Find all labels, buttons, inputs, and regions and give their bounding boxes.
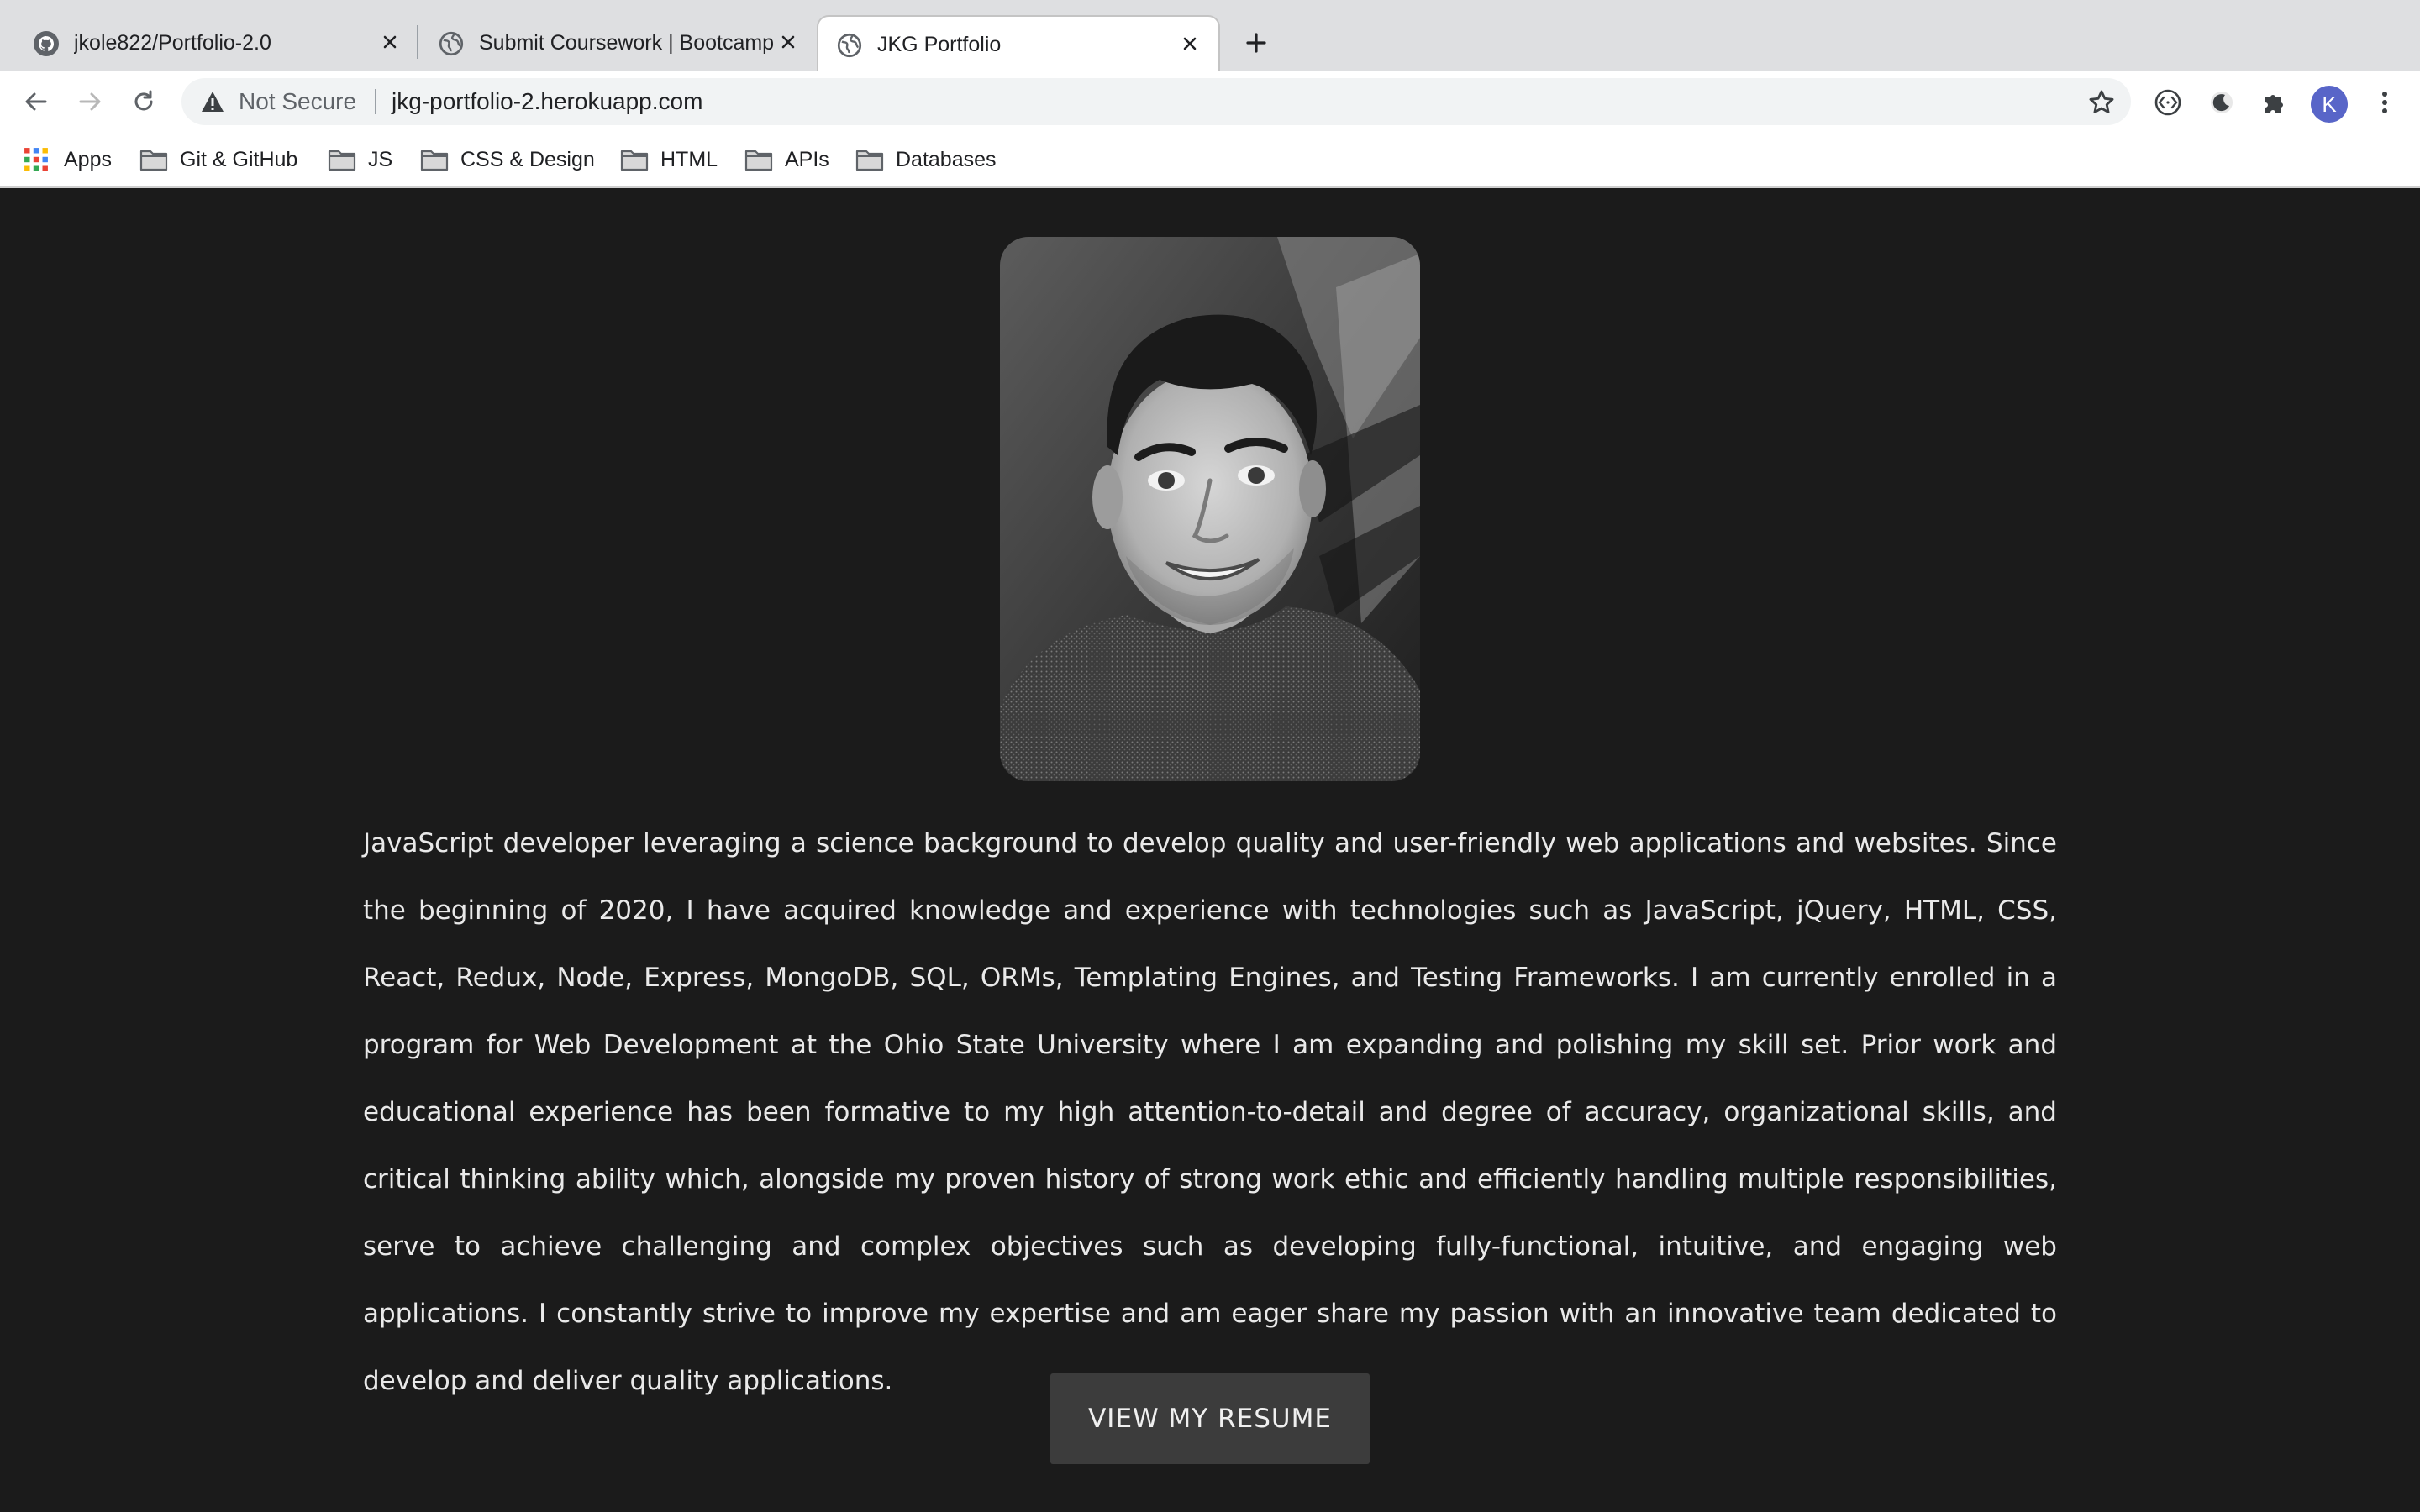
security-label: Not Secure [239,88,357,114]
bookmark-js[interactable]: JS [328,144,392,175]
warning-icon [202,92,224,112]
tab-title: jkole822/Portfolio-2.0 [74,31,271,55]
bookmark-label: CSS & Design [460,147,595,171]
bookmark-label: Apps [64,147,112,171]
bookmark-apps[interactable]: Apps [24,144,112,175]
tab-title: JKG Portfolio [877,33,1002,56]
close-icon[interactable] [375,27,405,57]
dark-mode-icon[interactable] [2205,86,2238,119]
view-resume-button[interactable]: VIEW MY RESUME [1050,1373,1370,1464]
menu-kebab-icon[interactable] [2368,86,2402,119]
profile-avatar[interactable]: K [2311,86,2348,123]
github-icon [34,31,59,56]
bookmarks-bar: Apps Git & GitHub JS CSS & Design HTML A… [0,133,2420,186]
folder-icon [855,150,884,171]
bookmark-label: HTML [660,147,718,171]
browser-chrome: jkole822/Portfolio-2.0 Submit Coursework… [0,0,2420,188]
folder-icon [139,150,168,171]
tab-title: Submit Coursework | Bootcamp [479,31,775,55]
bookmark-label: APIs [785,147,829,171]
forward-button[interactable] [69,81,111,123]
bookmark-label: Databases [896,147,997,171]
arrow-left-icon [25,92,47,111]
back-button[interactable] [15,81,57,123]
browser-toolbar: Not Secure jkg-portfolio-2.herokuapp.com [0,71,2420,133]
globe-icon [439,31,464,56]
code-brackets-icon[interactable] [2151,86,2185,119]
folder-icon [328,150,356,171]
reload-button[interactable] [123,81,165,123]
bookmark-label: JS [368,147,393,171]
tab-jkg-portfolio[interactable]: JKG Portfolio [817,15,1220,71]
tab-submit-coursework[interactable]: Submit Coursework | Bootcamp [420,15,818,71]
globe-icon [837,33,862,58]
bookmark-html[interactable]: HTML [620,144,718,175]
bookmark-git-github[interactable]: Git & GitHub [139,144,297,175]
bookmark-label: Git & GitHub [180,147,298,171]
tab-strip: jkole822/Portfolio-2.0 Submit Coursework… [0,0,2420,71]
portfolio-page: JavaScript developer leveraging a scienc… [0,188,2420,1512]
bookmark-css-design[interactable]: CSS & Design [420,144,595,175]
plus-icon [1246,33,1266,53]
star-icon[interactable] [2087,88,2116,117]
profile-photo [1000,237,1420,781]
puzzle-icon[interactable] [2257,86,2291,119]
url-text[interactable]: jkg-portfolio-2.herokuapp.com [392,88,702,115]
close-icon[interactable] [773,27,803,57]
bio-paragraph: JavaScript developer leveraging a scienc… [363,828,2057,1396]
folder-icon [744,150,773,171]
close-icon[interactable] [1175,29,1205,59]
bookmark-databases[interactable]: Databases [855,144,997,175]
new-tab-button[interactable] [1237,24,1276,62]
folder-icon [620,150,649,171]
bookmark-apis[interactable]: APIs [744,144,829,175]
tab-separator [417,25,418,59]
reload-icon [134,90,153,111]
address-bar[interactable]: Not Secure jkg-portfolio-2.herokuapp.com [182,78,2131,125]
arrow-right-icon [79,92,101,111]
folder-icon [420,150,449,171]
apps-grid-icon [24,148,48,171]
address-divider [375,89,376,114]
tab-github-portfolio[interactable]: jkole822/Portfolio-2.0 [15,15,417,71]
